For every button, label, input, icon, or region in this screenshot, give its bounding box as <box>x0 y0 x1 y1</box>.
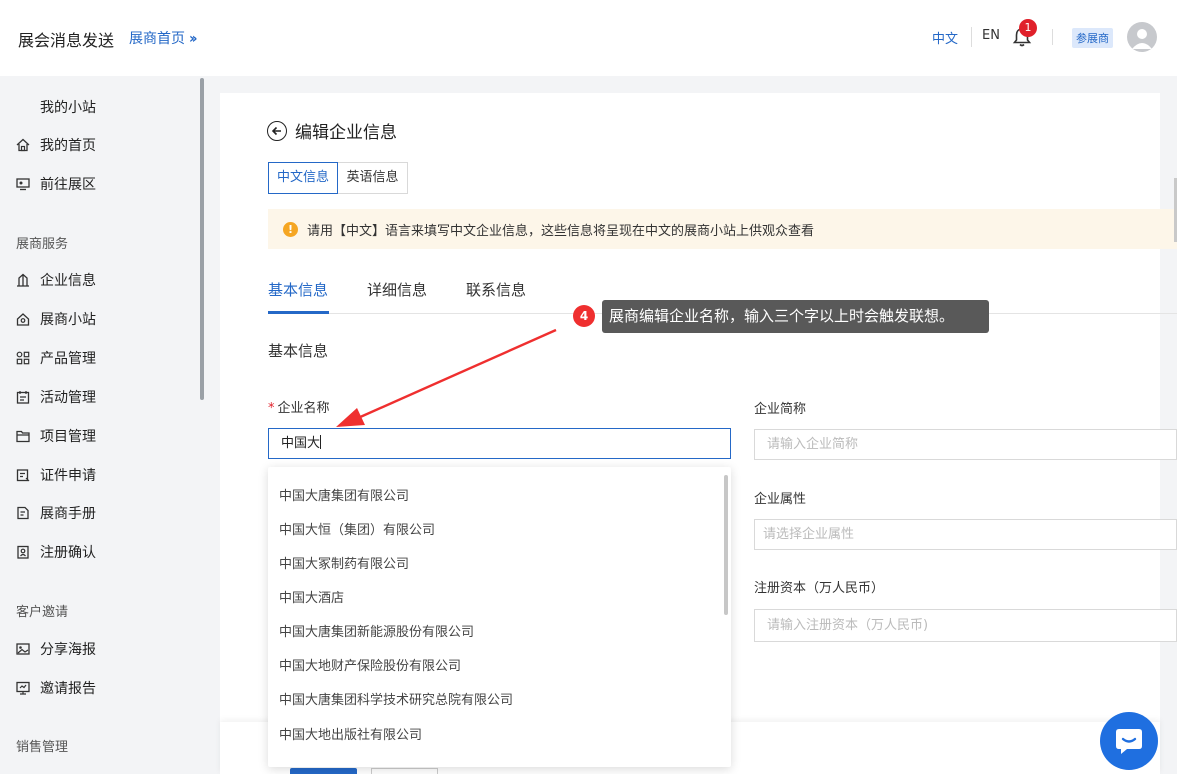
autocomplete-dropdown: 中国大唐集团有限公司 中国大恒（集团）有限公司 中国大冢制药有限公司 中国大酒店… <box>268 467 731 767</box>
capital-input[interactable]: 请输入注册资本（万人民币) <box>754 609 1177 642</box>
report-icon <box>16 681 30 695</box>
required-mark: * <box>268 401 275 416</box>
capital-label: 注册资本（万人民币） <box>754 581 885 596</box>
home-link-label: 展商首页 <box>129 31 185 47</box>
sidebar-item-label: 邀请报告 <box>40 681 96 697</box>
sidebar-item-my-site[interactable]: 我的小站 <box>40 96 96 118</box>
tab-contact-info[interactable]: 联系信息 <box>466 279 526 300</box>
lang-zh-button[interactable]: 中文 <box>932 28 958 47</box>
top-header: 展会消息发送 展商首页 ›› 中文 EN 1 参展商 <box>0 0 1177 76</box>
suggestion-item[interactable]: 中国大唐集团新能源股份有限公司 <box>279 621 474 640</box>
attribute-label: 企业属性 <box>754 492 807 507</box>
back-arrow-icon[interactable] <box>267 120 287 141</box>
cancel-button[interactable] <box>371 768 438 774</box>
active-tab-indicator <box>268 311 329 314</box>
back-title: 编辑企业信息 <box>267 118 397 143</box>
company-name-input[interactable]: 中国大 <box>268 428 731 459</box>
sidebar-group-title: 展商服务 <box>16 237 69 252</box>
exhibitor-home-link[interactable]: 展商首页 ›› <box>129 28 197 48</box>
company-name-value: 中国大 <box>281 436 321 451</box>
guide-tooltip: 展商编辑企业名称，输入三个字以上时会触发联想。 <box>602 300 989 333</box>
sidebar-item-my-home[interactable]: 我的首页 <box>16 134 96 156</box>
page-title: 编辑企业信息 <box>295 123 397 143</box>
notification-badge: 1 <box>1019 19 1037 37</box>
attribute-select[interactable]: 请选择企业属性 <box>754 519 1177 550</box>
sidebar-item-product[interactable]: 产品管理 <box>16 347 96 369</box>
suggestion-item[interactable]: 中国大冢制药有限公司 <box>279 553 409 572</box>
sidebar-item-label: 项目管理 <box>40 429 96 445</box>
sidebar-item-label: 产品管理 <box>40 351 96 367</box>
manual-icon <box>17 506 29 520</box>
suggestion-item[interactable]: 中国大恒（集团）有限公司 <box>279 519 435 538</box>
company-name-label: * 企业名称 <box>268 397 330 416</box>
sidebar-item-label: 证件申请 <box>40 468 96 484</box>
badge-icon <box>16 469 30 482</box>
image-icon <box>16 643 30 655</box>
suggestion-item[interactable]: 中国大地出版社有限公司 <box>279 724 422 743</box>
sidebar-item-company-info[interactable]: 企业信息 <box>16 269 96 291</box>
register-icon <box>17 545 29 559</box>
sidebar-item-project[interactable]: 项目管理 <box>16 425 96 447</box>
save-button[interactable] <box>290 768 357 774</box>
sidebar-item-manual[interactable]: 展商手册 <box>16 502 96 524</box>
divider <box>971 27 972 47</box>
grid-icon <box>16 351 30 365</box>
sidebar-item-label: 前往展区 <box>40 177 96 193</box>
lang-en-button[interactable]: EN <box>982 28 1000 43</box>
sidebar-item-label: 企业信息 <box>40 273 96 289</box>
role-badge: 参展商 <box>1072 28 1113 48</box>
monitor-icon <box>16 178 30 191</box>
sidebar-item-register[interactable]: 注册确认 <box>16 541 96 563</box>
suggestion-item[interactable]: 中国大唐集团科学技术研究总院有限公司 <box>279 689 513 708</box>
notice-banner: ! 请用【中文】语言来填写中文企业信息，这些信息将呈现在中文的展商小站上供观众查… <box>268 209 1177 249</box>
double-chevron-right-icon: ›› <box>189 31 197 47</box>
sidebar-item-go-exhibition[interactable]: 前往展区 <box>16 173 96 195</box>
folder-icon <box>16 430 30 443</box>
sidebar-scrollbar[interactable] <box>200 78 204 400</box>
sidebar-item-certificate[interactable]: 证件申请 <box>16 464 96 486</box>
sidebar-group-title: 客户邀请 <box>16 605 69 620</box>
tab-english-info[interactable]: 英语信息 <box>337 162 408 194</box>
sidebar-item-share-poster[interactable]: 分享海报 <box>16 638 96 660</box>
sidebar-item-activity[interactable]: 活动管理 <box>16 386 96 408</box>
short-name-label: 企业简称 <box>754 402 807 417</box>
sidebar-group-title: 销售管理 <box>16 740 69 755</box>
suggestion-item[interactable]: 中国大唐集团有限公司 <box>279 485 409 504</box>
sidebar-item-label: 注册确认 <box>40 545 96 561</box>
suggestion-item[interactable]: 中国大地财产保险股份有限公司 <box>279 655 461 674</box>
step-number-badge: 4 <box>573 305 595 327</box>
chat-icon <box>1116 729 1142 754</box>
company-name-label-text: 企业名称 <box>277 401 330 416</box>
dropdown-scrollbar[interactable] <box>724 475 728 615</box>
chat-button[interactable] <box>1100 712 1158 770</box>
building-icon <box>17 273 29 287</box>
sidebar-item-label: 展商手册 <box>40 506 96 522</box>
tab-detail-info[interactable]: 详细信息 <box>367 279 427 300</box>
suggestion-item[interactable]: 中国大酒店 <box>279 587 344 606</box>
avatar[interactable] <box>1127 22 1157 52</box>
house-icon <box>16 313 30 326</box>
warning-icon: ! <box>283 221 298 237</box>
section-title: 基本信息 <box>268 342 329 360</box>
user-icon <box>1132 29 1152 49</box>
sidebar-item-label: 我的小站 <box>40 100 96 116</box>
tab-chinese-info[interactable]: 中文信息 <box>268 162 338 194</box>
sidebar-item-exhibitor-site[interactable]: 展商小站 <box>16 308 96 330</box>
sidebar-item-label: 我的首页 <box>40 138 96 154</box>
calendar-icon <box>16 391 30 404</box>
sidebar-item-invite-report[interactable]: 邀请报告 <box>16 677 96 699</box>
text-caret <box>320 435 322 449</box>
sidebar-item-label: 展商小站 <box>40 312 96 328</box>
tab-basic-info[interactable]: 基本信息 <box>268 279 328 300</box>
notice-text: 请用【中文】语言来填写中文企业信息，这些信息将呈现在中文的展商小站上供观众查看 <box>307 223 815 239</box>
sidebar-item-label: 分享海报 <box>40 642 96 658</box>
sidebar-item-label: 活动管理 <box>40 390 96 406</box>
short-name-input[interactable]: 请输入企业简称 <box>754 429 1177 460</box>
divider <box>1052 29 1053 45</box>
home-icon <box>16 138 30 152</box>
app-title: 展会消息发送 <box>18 31 115 50</box>
